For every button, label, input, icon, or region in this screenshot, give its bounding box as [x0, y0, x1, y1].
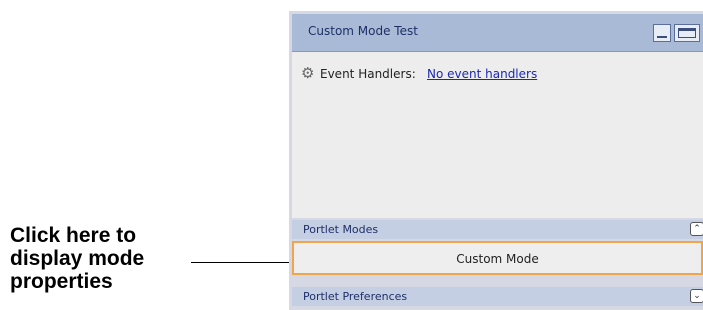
portlet-modes-header[interactable]: Portlet Modes ⌃: [292, 220, 703, 239]
chevron-up-icon[interactable]: ⌃: [690, 222, 703, 236]
portlet-titlebar: Custom Mode Test: [292, 14, 703, 52]
event-handlers-label: Event Handlers:: [320, 67, 416, 81]
portlet-title: Custom Mode Test: [308, 24, 418, 38]
portlet-preferences-header[interactable]: Portlet Preferences ⌄: [292, 287, 703, 306]
callout-line-3: properties: [10, 270, 113, 293]
callout-annotation: Click here to display mode properties: [10, 224, 144, 293]
portlet-preferences-label: Portlet Preferences: [303, 290, 408, 303]
custom-mode-label: Custom Mode: [456, 252, 539, 266]
chevron-down-icon[interactable]: ⌄: [690, 289, 703, 303]
callout-line-2: display mode: [10, 247, 145, 270]
callout-line-1: Click here to: [10, 224, 137, 247]
maximize-icon[interactable]: [674, 24, 700, 42]
custom-mode-item[interactable]: Custom Mode: [292, 241, 703, 275]
gear-icon: ⚙: [301, 64, 315, 82]
minimize-icon[interactable]: [653, 24, 671, 42]
portlet-modes-label: Portlet Modes: [303, 223, 379, 236]
portlet-window: Custom Mode Test ⚙ Event Handlers: No ev…: [289, 11, 703, 310]
portlet-content: ⚙ Event Handlers: No event handlers: [292, 52, 703, 218]
event-handlers-link[interactable]: No event handlers: [427, 67, 537, 81]
